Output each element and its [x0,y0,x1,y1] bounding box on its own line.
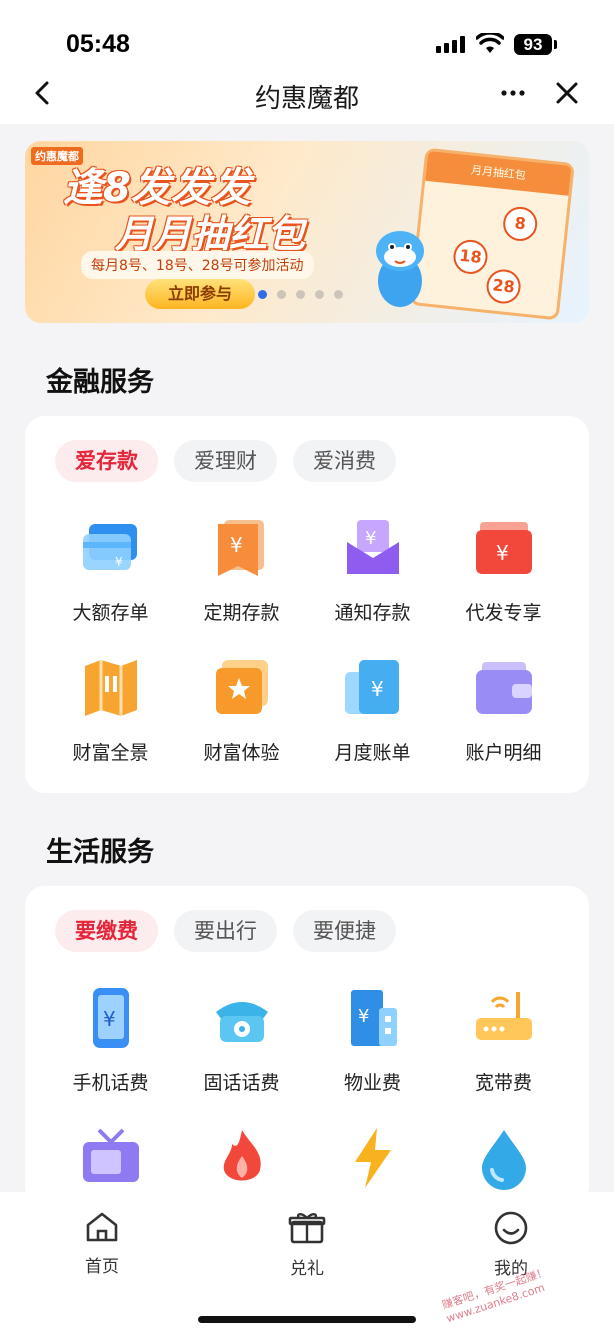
calendar-number: 18 [451,238,490,276]
status-time: 05:48 [66,30,130,58]
service-label: 财富全景 [72,742,149,764]
pagination-dot[interactable] [296,290,305,299]
life-section-title: 生活服务 [46,837,154,868]
calendar-header: 月月抽红包 [425,150,572,196]
service-label: 账户明细 [465,742,542,764]
finance-section-title: 金融服务 [46,367,154,398]
pagination-dot[interactable] [258,290,267,299]
mascot-illustration [376,231,424,307]
pagination-dot[interactable] [334,290,343,299]
service-large-deposit[interactable]: ¥ 大额存单 [45,516,176,656]
status-bar: 05:48 93 [0,0,614,70]
banner-subtitle: 每月8号、18号、28号可参加活动 [81,251,314,279]
svg-text:¥: ¥ [371,677,384,701]
smile-icon [494,1211,528,1245]
service-label: 宽带费 [474,1072,532,1094]
yuan-bookmark-icon: ¥ [217,520,264,576]
service-wealth-experience[interactable]: 财富体验 [176,656,307,796]
home-indicator[interactable] [198,1316,416,1323]
yuan-wallet-icon: ¥ [475,522,532,574]
wallet-icon [475,662,532,714]
wifi-icon [476,33,504,53]
promo-banner[interactable]: 约惠魔都 逢8发发发 月月抽红包 每月8号、18号、28号可参加活动 立即参与 … [25,141,589,323]
life-tabs: 要缴费 要出行 要便捷 [55,910,396,952]
service-label: 物业费 [343,1072,401,1094]
service-notice-deposit[interactable]: ¥ 通知存款 [307,516,438,656]
service-label: 通知存款 [334,602,411,624]
building-yuan-icon: ¥ [350,990,397,1046]
phone-yuan-icon: ¥ [92,988,129,1048]
service-payroll-exclusive[interactable]: ¥ 代发专享 [438,516,569,656]
service-landline-bill[interactable]: 固话话费 [176,986,307,1126]
lightning-icon [354,1128,391,1188]
service-wealth-overview[interactable]: 财富全景 [45,656,176,796]
tab-label: 首页 [85,1257,119,1277]
service-label: 代发专享 [465,602,542,624]
svg-text:¥: ¥ [115,555,123,569]
telephone-icon [215,1002,268,1042]
svg-text:¥: ¥ [103,1007,116,1031]
service-broadband-fee[interactable]: 宽带费 [438,986,569,1126]
svg-text:¥: ¥ [496,541,509,565]
gift-icon [288,1213,326,1244]
tab-gift[interactable]: 兑礼 [267,1210,347,1279]
battery-cap [554,40,557,49]
bottom-tab-bar: 首页 兑礼 我的 [0,1192,614,1334]
close-icon[interactable] [552,78,582,108]
router-icon [475,992,532,1040]
banner-pagination [258,290,343,299]
service-label: 财富体验 [203,742,280,764]
nav-bar: 约惠魔都 [0,70,614,124]
yuan-envelope-icon: ¥ [346,520,399,574]
battery-indicator: 93 [514,34,552,55]
star-badge-icon [215,660,268,714]
service-label: 固话话费 [203,1072,280,1094]
pagination-dot[interactable] [277,290,286,299]
home-icon [86,1212,118,1242]
life-card: 要缴费 要出行 要便捷 ¥ 手机话费 固话话费 ¥ 物业费 宽带费 [25,886,589,1206]
svg-text:¥: ¥ [230,533,243,557]
service-account-detail[interactable]: 账户明细 [438,656,569,796]
tab-home[interactable]: 首页 [62,1210,142,1277]
service-monthly-bill[interactable]: ¥ 月度账单 [307,656,438,796]
svg-text:¥: ¥ [358,1006,369,1027]
calendar-number: 28 [484,267,523,306]
tab-deposit[interactable]: 爱存款 [55,440,158,482]
tab-consumption[interactable]: 爱消费 [293,440,396,482]
service-label: 手机话费 [72,1072,149,1094]
water-drop-icon [481,1130,526,1190]
tv-icon [82,1128,139,1182]
finance-grid: ¥ 大额存单 ¥ 定期存款 ¥ 通知存款 ¥ 代发专享 财富全景 财富体验 ¥ … [25,516,589,796]
tab-label: 兑礼 [290,1259,324,1279]
yuan-bill-icon: ¥ [344,660,399,714]
tab-convenience[interactable]: 要便捷 [293,910,396,952]
service-mobile-bill[interactable]: ¥ 手机话费 [45,986,176,1126]
finance-tabs: 爱存款 爱理财 爱消费 [55,440,396,482]
flame-icon [223,1130,261,1181]
tab-wealth[interactable]: 爱理财 [174,440,277,482]
more-icon[interactable] [498,78,528,108]
banner-title-line2: 月月抽红包 [115,212,306,256]
finance-card: 爱存款 爱理财 爱消费 ¥ 大额存单 ¥ 定期存款 ¥ 通知存款 ¥ 代发专享 … [25,416,589,793]
service-label: 定期存款 [203,602,280,624]
join-now-button[interactable]: 立即参与 [145,279,255,309]
pagination-dot[interactable] [315,290,324,299]
card-icon: ¥ [82,524,137,570]
service-property-fee[interactable]: ¥ 物业费 [307,986,438,1126]
service-fixed-deposit[interactable]: ¥ 定期存款 [176,516,307,656]
tab-payment[interactable]: 要缴费 [55,910,158,952]
service-label: 月度账单 [334,742,411,764]
tab-travel[interactable]: 要出行 [174,910,277,952]
service-label: 大额存单 [72,602,149,624]
calendar-number: 8 [501,205,539,243]
cellular-signal-icon [436,36,465,53]
map-icon [84,660,137,716]
svg-text:¥: ¥ [365,528,376,549]
